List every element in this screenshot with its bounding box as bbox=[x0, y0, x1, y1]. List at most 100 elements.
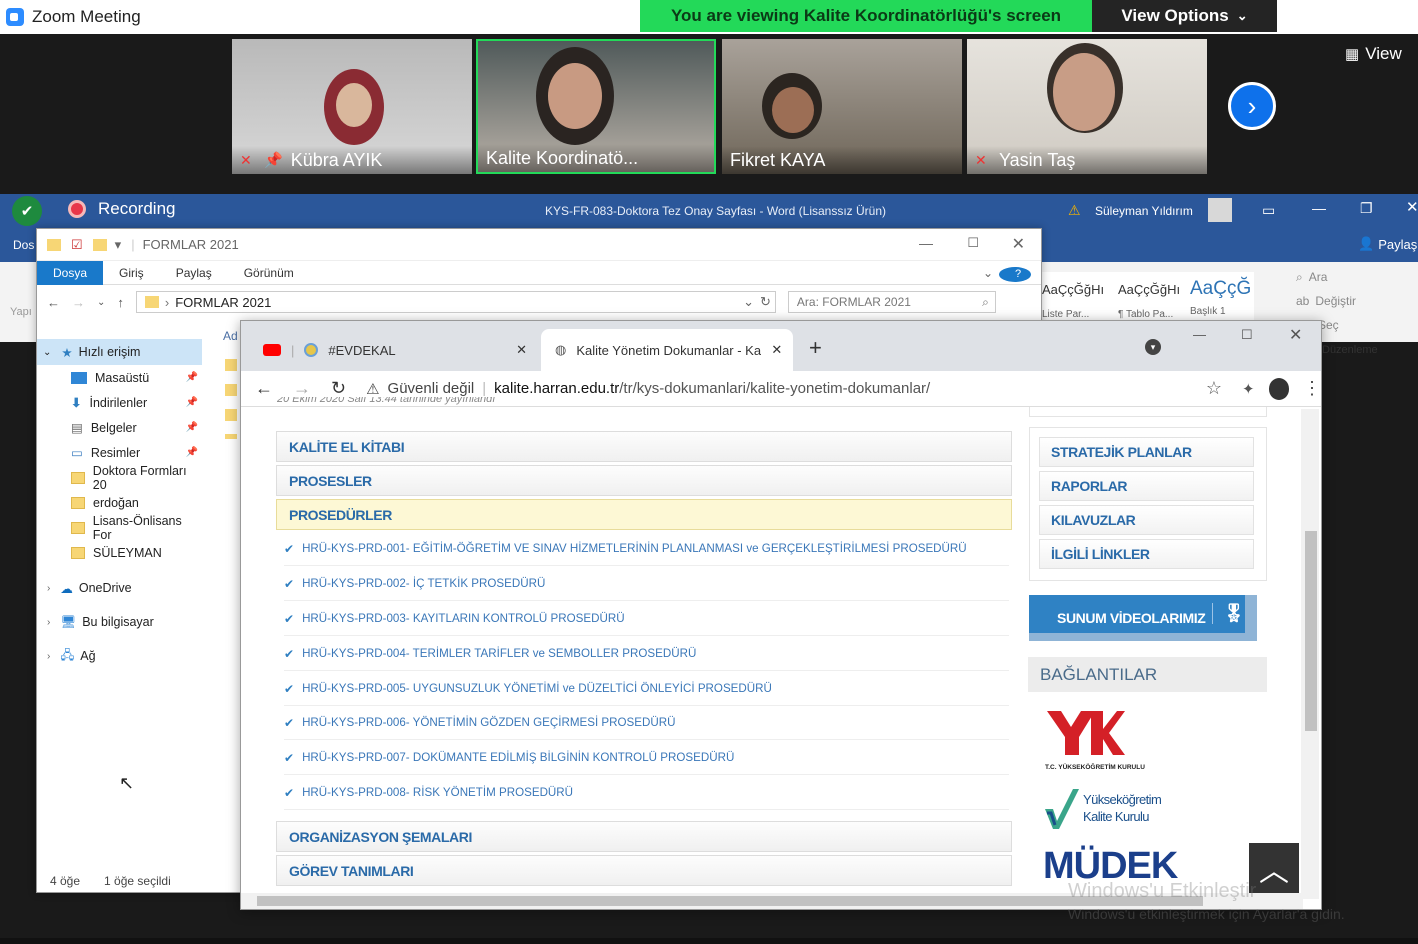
close-tab-icon[interactable]: ✕ bbox=[771, 342, 782, 358]
nav-onedrive[interactable]: › ☁ OneDrive bbox=[37, 571, 202, 605]
tab-home[interactable]: Giriş bbox=[103, 261, 160, 285]
minimize-icon[interactable]: — bbox=[919, 235, 933, 251]
nav-item-folder[interactable]: Lisans-Önlisans For bbox=[37, 514, 202, 542]
document-link[interactable]: ✔ HRÜ-KYS-PRD-007- DOKÜMANTE EDİLMİŞ BİLG… bbox=[284, 741, 1009, 775]
back-arrow-icon[interactable]: ← bbox=[255, 378, 273, 399]
forward-arrow-icon[interactable]: → bbox=[293, 378, 311, 399]
nav-network[interactable]: › 🖧 Ağ bbox=[37, 639, 202, 673]
close-icon[interactable]: ✕ bbox=[1012, 234, 1025, 254]
document-link[interactable]: ✔ HRÜ-KYS-PRD-006- YÖNETİMİN GÖZDEN GEÇİR… bbox=[284, 706, 1009, 740]
maximize-icon[interactable]: ☐ bbox=[967, 235, 979, 251]
profile-icon[interactable] bbox=[1268, 377, 1289, 400]
minimize-icon[interactable]: — bbox=[1312, 200, 1326, 216]
explorer-search-input[interactable]: Ara: FORMLAR 2021 ⌕ bbox=[787, 291, 996, 313]
find-button[interactable]: ⌕ Ara bbox=[1296, 270, 1327, 285]
browser-tab-active[interactable]: ◍ Kalite Yönetim Dokumanlar - Kali ✕ bbox=[541, 329, 793, 371]
style-item[interactable]: AaÇçĞğHı Liste Par... bbox=[1042, 272, 1112, 320]
vertical-scrollbar[interactable] bbox=[1301, 409, 1319, 899]
forward-arrow-icon[interactable]: → bbox=[72, 295, 85, 310]
participant-tile[interactable]: Fikret KAYA bbox=[722, 39, 962, 174]
menu-icon[interactable]: ⋮ bbox=[1303, 378, 1321, 399]
participant-tile[interactable]: ✕ Yasin Taş bbox=[967, 39, 1207, 174]
chevron-down-icon: ⌄ bbox=[1236, 8, 1248, 23]
ribbon-display-icon[interactable]: ▭ bbox=[1262, 202, 1275, 219]
scroll-to-top-button[interactable]: ︿ bbox=[1249, 843, 1299, 893]
document-icon: ▤ bbox=[71, 421, 83, 435]
up-arrow-icon[interactable]: ↑ bbox=[117, 295, 124, 310]
section-job-descriptions[interactable]: GÖREV TANIMLARI bbox=[276, 855, 1012, 886]
styles-gallery[interactable]: AaÇçĞğHı Liste Par... AaÇçĞğHı ¶ Tablo Pa.… bbox=[1042, 272, 1254, 320]
browser-tab[interactable]: | #EVDEKAL ✕ bbox=[249, 329, 539, 371]
column-header-name[interactable]: Ad bbox=[223, 329, 238, 343]
scrollbar-thumb[interactable] bbox=[257, 896, 1203, 906]
reload-icon[interactable]: ↻ bbox=[331, 378, 346, 399]
checklist-icon[interactable]: ☑ bbox=[71, 237, 83, 253]
maximize-icon[interactable]: ☐ bbox=[1241, 327, 1253, 343]
close-icon[interactable]: ✕ bbox=[1289, 325, 1302, 345]
section-processes[interactable]: PROSESLER bbox=[276, 465, 1012, 496]
nav-item-downloads[interactable]: ⬇ İndirilenler 📌 bbox=[37, 390, 202, 415]
avatar bbox=[1053, 53, 1115, 131]
chevron-down-icon[interactable]: ⌄ bbox=[977, 261, 999, 285]
quick-access[interactable]: ⌄ ★ Hızlı erişim bbox=[37, 339, 202, 365]
bookmark-star-icon[interactable]: ☆ bbox=[1206, 378, 1222, 399]
restore-icon[interactable]: ❐ bbox=[1360, 200, 1373, 217]
back-arrow-icon[interactable]: ← bbox=[47, 295, 60, 310]
pin-icon[interactable]: 📌 bbox=[186, 397, 198, 408]
participant-tile-active[interactable]: Kalite Koordinatö... bbox=[476, 39, 716, 174]
help-icon[interactable]: ? bbox=[999, 261, 1041, 285]
scrollbar-thumb[interactable] bbox=[1305, 531, 1317, 731]
tab-view[interactable]: Görünüm bbox=[228, 261, 310, 285]
section-quality-handbook[interactable]: KALİTE EL KİTABI bbox=[276, 431, 1012, 462]
document-link[interactable]: ✔ HRÜ-KYS-PRD-004- TERİMLER TARİFLER ve S… bbox=[284, 637, 1009, 671]
extensions-icon[interactable]: ✦ bbox=[1242, 380, 1255, 398]
refresh-icon[interactable]: ↻ bbox=[760, 294, 771, 310]
pin-icon[interactable]: 📌 bbox=[186, 422, 198, 433]
yok-logo[interactable]: T.C. YÜKSEKÖĞRETİM KURULU bbox=[1045, 709, 1145, 771]
close-icon[interactable]: ✕ bbox=[1406, 198, 1418, 216]
close-tab-icon[interactable]: ✕ bbox=[516, 342, 527, 358]
chevron-down-icon[interactable]: ⌄ bbox=[743, 294, 754, 310]
document-link[interactable]: ✔ HRÜ-KYS-PRD-005- UYGUNSUZLUK YÖNETİMİ v… bbox=[284, 672, 1009, 706]
nav-item-folder[interactable]: Doktora Formları 20 bbox=[37, 464, 202, 492]
yokak-caption: Yükseköğretim Kalite Kurulu bbox=[1083, 792, 1162, 824]
pin-icon[interactable]: 📌 bbox=[186, 372, 198, 383]
yokak-logo[interactable]: Yükseköğretim Kalite Kurulu bbox=[1043, 785, 1163, 831]
nav-item-folder[interactable]: erdoğan bbox=[37, 490, 202, 515]
share-button[interactable]: 👤 Paylaş bbox=[1358, 236, 1417, 252]
tab-search-icon[interactable]: ▾ bbox=[1145, 339, 1161, 355]
document-link[interactable]: ✔ HRÜ-KYS-PRD-008- RİSK YÖNETİM PROSEDÜRÜ bbox=[284, 776, 1009, 810]
document-link[interactable]: ✔ HRÜ-KYS-PRD-002- İÇ TETKİK PROSEDÜRÜ bbox=[284, 567, 1009, 601]
document-link[interactable]: ✔ HRÜ-KYS-PRD-001- EĞİTİM-ÖĞRETİM VE SINA… bbox=[284, 532, 1009, 566]
nav-item-desktop[interactable]: Masaüstü 📌 bbox=[37, 365, 202, 390]
style-item[interactable]: AaÇçĞ Başlık 1 bbox=[1184, 272, 1254, 320]
nav-item-pictures[interactable]: ▭ Resimler 📌 bbox=[37, 440, 202, 465]
cloud-icon: ☁ bbox=[60, 581, 73, 596]
security-indicator[interactable]: Güvenli değil bbox=[388, 380, 475, 397]
nav-item-documents[interactable]: ▤ Belgeler 📌 bbox=[37, 415, 202, 440]
sidebar-link-reports[interactable]: RAPORLAR bbox=[1039, 471, 1254, 501]
participant-tile[interactable]: ✕ 📌 Kübra AYIK bbox=[232, 39, 472, 174]
tab-share[interactable]: Paylaş bbox=[160, 261, 228, 285]
sidebar-link-guides[interactable]: KILAVUZLAR bbox=[1039, 505, 1254, 535]
style-item[interactable]: AaÇçĞğHı ¶ Tablo Pa... bbox=[1112, 272, 1184, 320]
tab-file[interactable]: Dosya bbox=[37, 260, 104, 285]
pin-icon[interactable]: 📌 bbox=[186, 447, 198, 458]
recent-dropdown-icon[interactable]: ⌄ bbox=[97, 297, 105, 308]
nav-item-folder[interactable]: SÜLEYMAN bbox=[37, 540, 202, 565]
gallery-view-button[interactable]: ▦ View bbox=[1345, 44, 1402, 64]
dropdown-icon[interactable]: ▾ bbox=[115, 237, 122, 253]
new-tab-button[interactable]: + bbox=[809, 335, 822, 361]
next-page-button[interactable]: › bbox=[1228, 82, 1276, 130]
nav-this-pc[interactable]: › 🖥 Bu bilgisayar bbox=[37, 605, 202, 639]
section-procedures[interactable]: PROSEDÜRLER bbox=[276, 499, 1012, 530]
sidebar-link-related-links[interactable]: İLGİLİ LİNKLER bbox=[1039, 539, 1254, 569]
sidebar-link-strategic-plans[interactable]: STRATEJİK PLANLAR bbox=[1039, 437, 1254, 467]
document-link[interactable]: ✔ HRÜ-KYS-PRD-003- KAYITLARIN KONTROLÜ PR… bbox=[284, 602, 1009, 636]
explorer-address-bar[interactable]: › FORMLAR 2021 ⌄ ↻ bbox=[135, 291, 776, 313]
replace-button[interactable]: ab Değiştir bbox=[1296, 294, 1356, 308]
view-options-button[interactable]: View Options ⌄ bbox=[1092, 0, 1277, 32]
word-file-tab[interactable]: Dos bbox=[13, 238, 34, 252]
minimize-icon[interactable]: — bbox=[1193, 327, 1206, 342]
section-org-charts[interactable]: ORGANİZASYON ŞEMALARI bbox=[276, 821, 1012, 852]
